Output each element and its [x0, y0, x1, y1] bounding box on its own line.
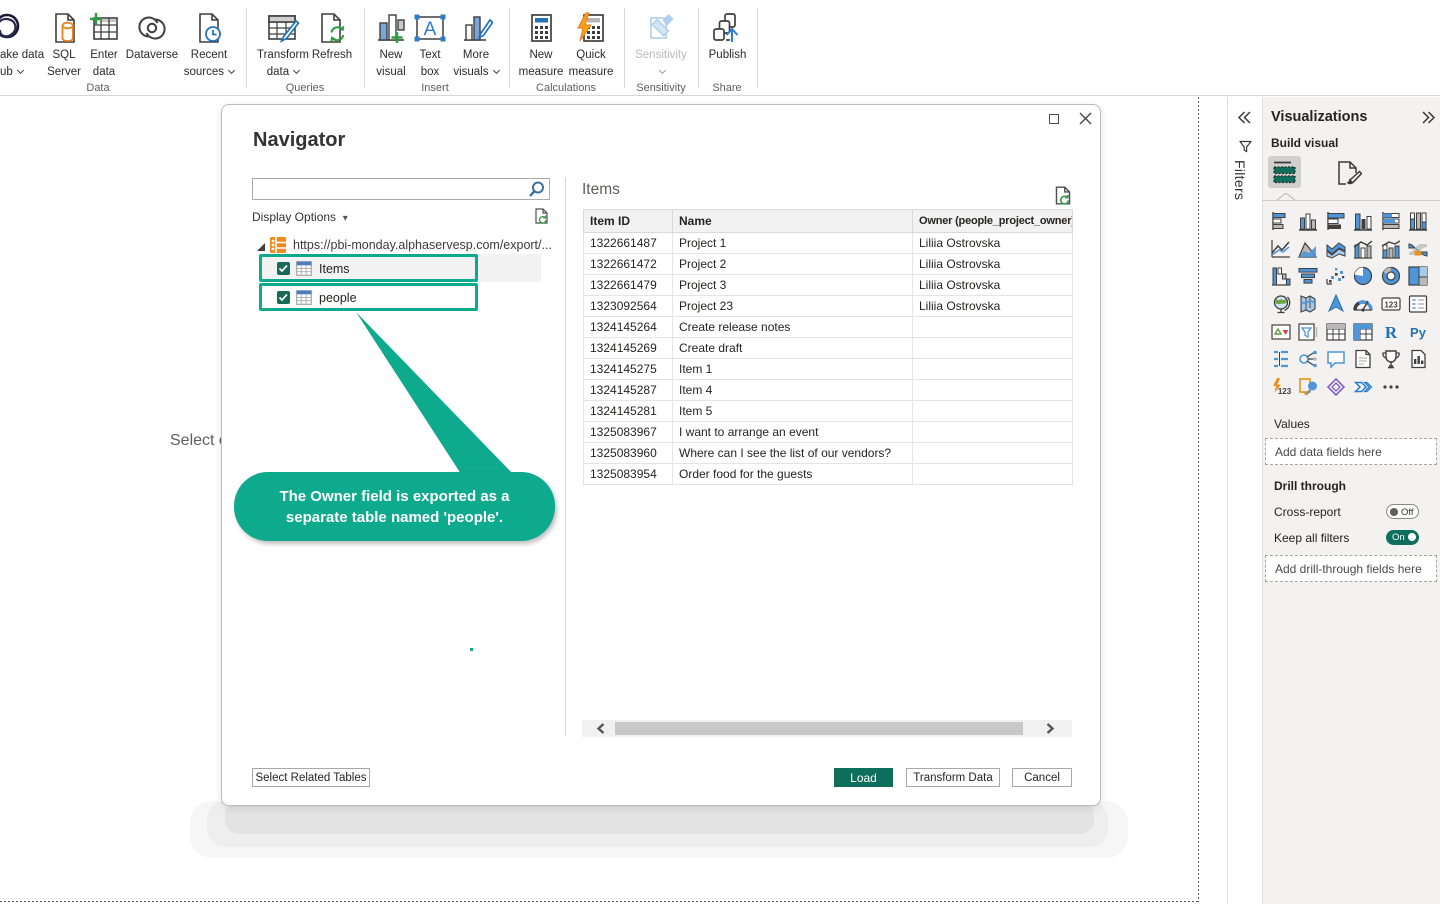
svg-text:Py: Py — [1410, 325, 1427, 340]
svg-text:123: 123 — [1278, 387, 1291, 396]
svg-text:123: 123 — [1384, 301, 1398, 310]
svg-text:A: A — [424, 19, 437, 40]
svg-text:R: R — [1385, 323, 1398, 342]
